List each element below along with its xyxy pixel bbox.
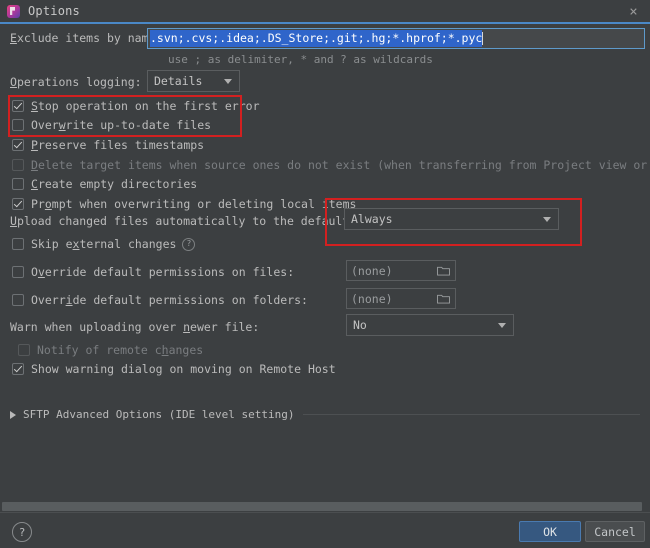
exclude-items-hint: use ; as delimiter, * and ? as wildcards	[168, 53, 433, 66]
folder-icon[interactable]	[437, 293, 450, 304]
exclude-items-label: EExclude items by name:xclude items by n…	[10, 31, 163, 45]
operations-logging-row: Operations logging:	[10, 75, 142, 89]
scrollbar-thumb[interactable]	[2, 502, 642, 511]
operations-logging-select[interactable]: Details	[147, 70, 240, 92]
checkbox-label: Create empty directories	[31, 177, 198, 191]
warn-newer-value: No	[353, 318, 367, 332]
checkbox-box[interactable]	[12, 100, 24, 112]
help-button[interactable]: ?	[12, 522, 32, 542]
chevron-right-icon[interactable]	[10, 410, 16, 419]
options-dialog: Options × EExclude items by name:xclude …	[0, 0, 650, 548]
checkbox-label: Stop operation on the first error	[31, 99, 260, 113]
checkbox-box[interactable]	[18, 344, 30, 356]
checkbox-box[interactable]	[12, 238, 24, 250]
cancel-button[interactable]: Cancel	[585, 521, 645, 542]
sftp-advanced-options-label: SFTP Advanced Options (IDE level setting…	[23, 408, 295, 421]
checkbox-label: Skip external changes	[31, 237, 177, 251]
close-icon[interactable]: ×	[625, 3, 642, 20]
checkbox-label: Override default permissions on folders:	[31, 293, 308, 307]
operations-logging-value: Details	[154, 74, 203, 88]
chevron-down-icon	[224, 79, 232, 84]
checkbox-create-empty-directories[interactable]: Create empty directories	[12, 177, 197, 191]
checkbox-box[interactable]	[12, 119, 24, 131]
checkbox-label: Preserve files timestamps	[31, 138, 205, 152]
checkbox-box[interactable]	[12, 178, 24, 190]
exclude-items-value: .svn;.cvs;.idea;.DS_Store;.git;.hg;*.hpr…	[150, 30, 483, 47]
checkbox-prompt-overwriting[interactable]: Prompt when overwriting or deleting loca…	[12, 197, 356, 211]
dialog-footer: ? OK Cancel	[0, 512, 650, 548]
checkbox-box[interactable]	[12, 363, 24, 375]
checkbox-box[interactable]	[12, 159, 24, 171]
upload-auto-value: Always	[351, 212, 393, 226]
warn-newer-select[interactable]: No	[346, 314, 514, 336]
checkbox-label: Delete target items when source ones do …	[31, 158, 650, 172]
upload-auto-row: Upload changed files automatically to th…	[10, 214, 398, 228]
dialog-content: EExclude items by name:xclude items by n…	[0, 24, 650, 502]
perms-files-value: (none)	[351, 263, 393, 278]
ok-button[interactable]: OK	[519, 521, 581, 542]
checkbox-box[interactable]	[12, 139, 24, 151]
checkbox-label: Show warning dialog on moving on Remote …	[31, 362, 336, 376]
checkbox-preserve-timestamps[interactable]: Preserve files timestamps	[12, 138, 204, 152]
checkbox-stop-on-first-error[interactable]: Stop operation on the first error	[12, 99, 260, 113]
upload-auto-label: Upload changed files automatically to th…	[10, 214, 398, 228]
checkbox-label: Prompt when overwriting or deleting loca…	[31, 197, 357, 211]
chevron-down-icon	[543, 217, 551, 222]
chevron-down-icon	[498, 323, 506, 328]
checkbox-notify-remote-changes[interactable]: Notify of remote changes	[18, 343, 203, 357]
title-bar: Options ×	[0, 0, 650, 22]
sftp-advanced-options-section[interactable]: SFTP Advanced Options (IDE level setting…	[10, 408, 640, 421]
checkbox-skip-external-changes[interactable]: Skip external changes ?	[12, 237, 196, 251]
checkbox-label: Overwrite up-to-date files	[31, 118, 212, 132]
warn-newer-label: Warn when uploading over newer file:	[10, 320, 260, 334]
operations-logging-label: Operations logging:	[10, 75, 142, 89]
checkbox-box[interactable]	[12, 198, 24, 210]
warn-newer-row: Warn when uploading over newer file:	[10, 320, 259, 334]
checkbox-override-perms-files[interactable]: Override default permissions on files:	[12, 265, 294, 279]
perms-folders-value: (none)	[351, 291, 393, 306]
checkbox-delete-target-items[interactable]: Delete target items when source ones do …	[12, 158, 650, 172]
window-title: Options	[28, 4, 80, 18]
pycharm-logo-icon	[7, 4, 20, 18]
checkbox-label: Notify of remote changes	[37, 343, 204, 357]
checkbox-show-warning-dialog[interactable]: Show warning dialog on moving on Remote …	[12, 362, 336, 376]
exclude-items-input[interactable]: .svn;.cvs;.idea;.DS_Store;.git;.hg;*.hpr…	[147, 28, 645, 49]
checkbox-override-perms-folders[interactable]: Override default permissions on folders:	[12, 293, 308, 307]
exclude-items-row: EExclude items by name:xclude items by n…	[10, 31, 162, 45]
horizontal-scrollbar[interactable]	[0, 500, 650, 512]
checkbox-label: Override default permissions on files:	[31, 265, 295, 279]
checkbox-box[interactable]	[12, 294, 24, 306]
checkbox-box[interactable]	[12, 266, 24, 278]
folder-icon[interactable]	[437, 265, 450, 276]
perms-folders-input[interactable]: (none)	[346, 288, 456, 309]
upload-auto-select[interactable]: Always	[344, 208, 559, 230]
perms-files-input[interactable]: (none)	[346, 260, 456, 281]
help-icon[interactable]: ?	[182, 237, 196, 251]
section-divider	[302, 414, 640, 415]
text-caret	[482, 32, 484, 45]
checkbox-overwrite-up-to-date[interactable]: Overwrite up-to-date files	[12, 118, 211, 132]
